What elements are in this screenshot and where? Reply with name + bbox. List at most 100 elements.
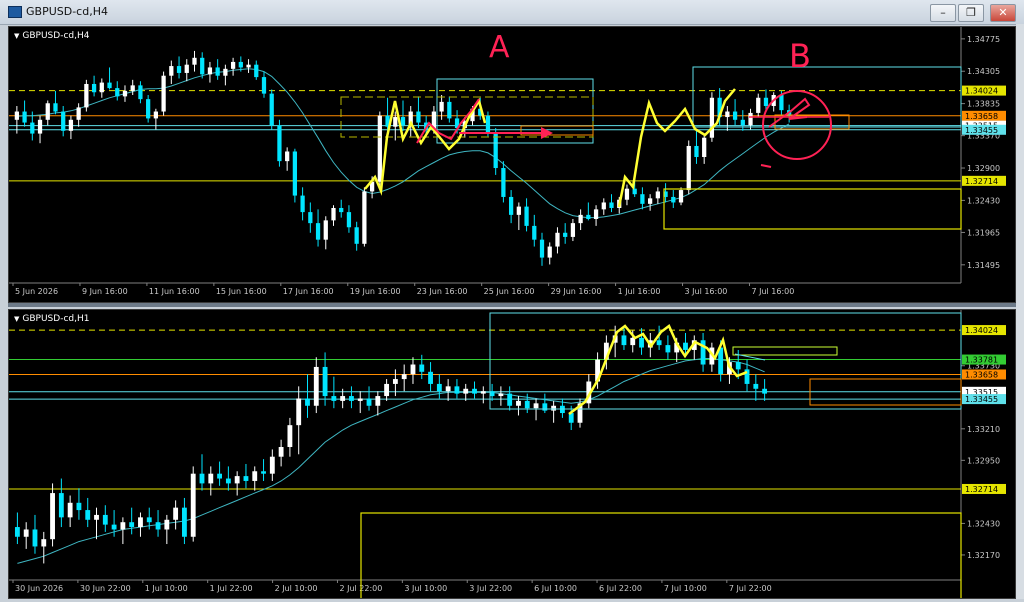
candle-body: [67, 502, 73, 518]
zone-rectangle-cyan: [489, 312, 962, 410]
candle-body: [732, 111, 738, 120]
candle-body: [547, 246, 552, 258]
candle-body: [439, 101, 444, 112]
x-tick-label: 23 Jun 16:00: [417, 287, 468, 296]
candle-body: [14, 527, 20, 537]
candle-body: [115, 88, 120, 97]
chart-pane-h1[interactable]: 1.33730 1.33210 1.32950 1.32430 1.32170 1.340…: [8, 309, 1016, 602]
candle-body: [164, 519, 170, 530]
x-tick-label: 9 Jun 16:00: [82, 287, 128, 296]
candle-body: [45, 103, 50, 120]
candle-body: [648, 198, 653, 204]
x-tick-label: 6 Jul 10:00: [534, 584, 577, 593]
annotation-label-b: B: [789, 37, 811, 75]
candle-body: [555, 232, 560, 247]
candle-body: [384, 383, 390, 397]
candle-body: [50, 493, 55, 540]
candle-body: [570, 223, 576, 237]
candle-body: [702, 137, 707, 157]
candle-body: [665, 345, 671, 353]
candle-body: [182, 507, 187, 537]
candle-body: [725, 111, 730, 118]
candle-body: [498, 393, 504, 397]
x-tick-label: 30 Jun 2026: [15, 584, 63, 593]
candle-body: [200, 57, 205, 75]
price-label-text: 1.33658: [965, 112, 998, 121]
x-tick-label: 19 Jun 16:00: [350, 287, 401, 296]
chart-pane-h4[interactable]: 1.34775 1.34305 1.33835 1.33370 1.32900 1.324…: [8, 26, 1016, 303]
candle-body: [252, 471, 258, 481]
chevron-down-icon[interactable]: ▼: [14, 315, 19, 323]
candle-body: [533, 403, 539, 409]
candle-body: [349, 396, 354, 401]
candle-body: [246, 64, 251, 68]
candle-body: [709, 97, 715, 138]
pane-title-h4: ▼ GBPUSD-cd,H4: [14, 31, 89, 41]
candle-body: [85, 510, 91, 520]
restore-button[interactable]: ❐: [958, 4, 984, 22]
candle-body: [61, 111, 66, 131]
candle-body: [366, 398, 372, 406]
candle-body: [485, 115, 491, 133]
candle-body: [176, 66, 182, 73]
candle-body: [493, 132, 498, 169]
candle-body: [735, 362, 741, 370]
candle-body: [671, 196, 676, 203]
minimize-button[interactable]: –: [930, 4, 956, 22]
candle-body: [269, 93, 274, 126]
x-tick-label: 2 Jul 10:00: [275, 584, 318, 593]
chart-h1-svg: 1.337301.332101.329501.324301.321701.340…: [9, 310, 1006, 602]
candle-body: [76, 502, 82, 511]
price-label-text: 1.33455: [965, 395, 998, 404]
candle-body: [37, 119, 43, 134]
candle-body: [199, 473, 205, 484]
x-tick-label: 5 Jun 2026: [15, 287, 58, 296]
candle-body: [190, 473, 196, 537]
x-tick-label: 11 Jun 16:00: [149, 287, 200, 296]
candle-body: [354, 227, 359, 244]
candle-body: [683, 342, 688, 350]
price-label-text: 1.33455: [965, 126, 998, 135]
candle-body: [146, 517, 152, 523]
candle-body: [508, 196, 514, 215]
candle-body: [22, 111, 27, 123]
candle-body: [694, 145, 699, 157]
y-tick-label: 1.33835: [967, 100, 1000, 109]
candle-body: [331, 396, 337, 401]
candle-body: [756, 97, 761, 113]
candle-body: [609, 202, 614, 208]
candle-body: [296, 398, 302, 426]
pane-divider[interactable]: [8, 303, 1016, 307]
candle-body: [184, 64, 189, 73]
candle-body: [243, 476, 249, 481]
x-tick-label: 1 Jul 10:00: [145, 584, 188, 593]
candle-body: [678, 190, 684, 203]
symbol-label-h1: GBPUSD-cd,H1: [22, 314, 90, 324]
candle-body: [208, 473, 214, 484]
candle-body: [300, 195, 305, 213]
symbol-label-h4: GBPUSD-cd,H4: [22, 31, 90, 41]
candle-body: [401, 374, 407, 380]
minimize-icon: –: [940, 6, 946, 19]
candle-body: [524, 206, 529, 226]
zone-rectangle-yellow: [663, 188, 962, 230]
candle-body: [313, 366, 319, 406]
candle-body: [542, 403, 548, 411]
close-button[interactable]: ✕: [990, 4, 1016, 22]
candle-body: [238, 61, 243, 68]
candle-body: [323, 220, 328, 240]
candle-body: [94, 514, 99, 520]
y-tick-label: 1.31495: [967, 261, 1000, 270]
candle-body: [340, 396, 346, 401]
chart-window-icon: [8, 6, 22, 18]
y-tick-label: 1.34775: [967, 35, 1000, 44]
candle-body: [656, 340, 662, 346]
candle-body: [192, 57, 197, 65]
zone-rectangle-green: [732, 346, 838, 356]
chevron-down-icon[interactable]: ▼: [14, 32, 19, 40]
candle-body: [155, 522, 161, 530]
candle-body: [501, 168, 506, 197]
pane-title-h1: ▼ GBPUSD-cd,H1: [14, 314, 89, 324]
candle-body: [472, 388, 477, 394]
candle-body: [322, 366, 328, 397]
